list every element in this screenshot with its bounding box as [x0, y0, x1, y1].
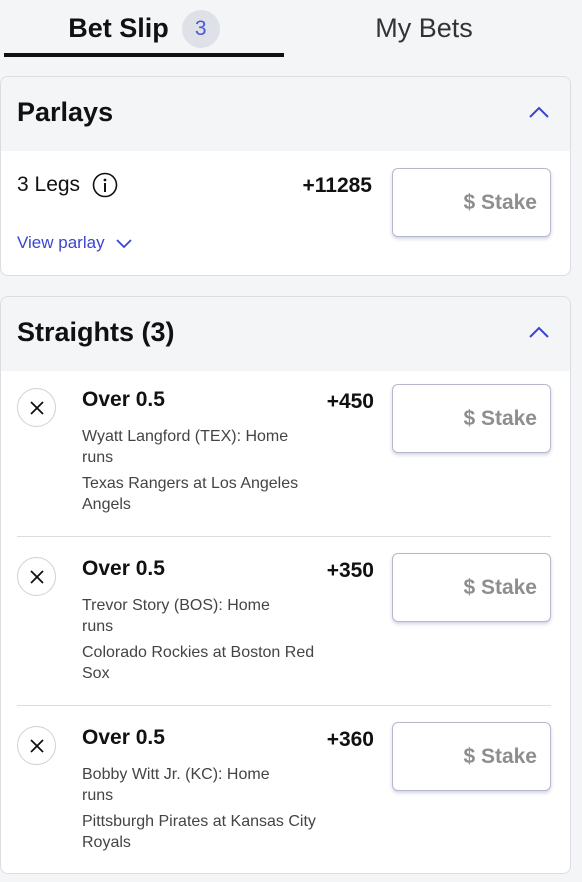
chevron-up-icon[interactable]: [528, 105, 550, 119]
parlay-odds: +11285: [302, 174, 372, 197]
tab-my-bets[interactable]: My Bets: [284, 0, 564, 57]
close-icon: [29, 569, 44, 584]
parlays-header[interactable]: Parlays: [1, 77, 570, 151]
straights-section: Straights (3) Over 0.5 +450 Wyatt Langfo…: [0, 296, 571, 874]
stake-input[interactable]: [392, 553, 551, 622]
straight-bet-row: Over 0.5 +350 Trevor Story (BOS): Home r…: [1, 537, 570, 706]
tab-bet-slip-label: Bet Slip: [68, 13, 169, 43]
event-description: Colorado Rockies at Boston Red Sox: [82, 644, 315, 682]
market-description: Bobby Witt Jr. (KC): Home runs: [82, 766, 270, 804]
stake-input[interactable]: [392, 722, 551, 791]
market-description: Wyatt Langford (TEX): Home runs: [82, 428, 289, 466]
parlay-legs-label: 3 Legs: [17, 173, 81, 196]
selection-label: Over 0.5: [82, 557, 165, 580]
remove-bet-button[interactable]: [17, 726, 56, 765]
market-description: Trevor Story (BOS): Home runs: [82, 597, 270, 635]
tab-bet-slip[interactable]: Bet Slip 3: [4, 0, 284, 57]
view-parlay-label: View parlay: [17, 233, 105, 252]
parlay-stake-input[interactable]: [392, 168, 551, 237]
straights-title: Straights (3): [17, 317, 175, 347]
selection-odds: +360: [326, 728, 374, 751]
close-icon: [29, 400, 44, 415]
bet-count-badge: 3: [181, 9, 220, 48]
event-description: Pittsburgh Pirates at Kansas City Royals: [82, 813, 316, 851]
stake-input[interactable]: [392, 384, 551, 453]
selection-label: Over 0.5: [82, 388, 165, 411]
view-parlay-link[interactable]: View parlay: [17, 233, 133, 253]
straights-header[interactable]: Straights (3): [1, 297, 570, 371]
parlays-title: Parlays: [17, 97, 114, 127]
chevron-down-icon: [115, 239, 132, 249]
bet-tabs: Bet Slip 3 My Bets: [0, 0, 582, 57]
selection-odds: +450: [326, 390, 374, 413]
straight-bet-row: Over 0.5 +360 Bobby Witt Jr. (KC): Home …: [1, 706, 570, 873]
parlay-legs: 3 Legs: [17, 172, 118, 198]
straight-bet-row: Over 0.5 +450 Wyatt Langford (TEX): Home…: [1, 368, 570, 537]
remove-bet-button[interactable]: [17, 557, 56, 596]
remove-bet-button[interactable]: [17, 388, 56, 427]
close-icon: [29, 738, 44, 753]
active-tab-indicator: [4, 53, 284, 57]
selection-odds: +350: [326, 559, 374, 582]
event-description: Texas Rangers at Los Angeles Angels: [82, 475, 299, 513]
chevron-up-icon[interactable]: [528, 325, 550, 339]
tab-my-bets-label: My Bets: [375, 13, 473, 43]
selection-label: Over 0.5: [82, 726, 165, 749]
parlays-section: Parlays 3 Legs +11285 View parlay: [0, 76, 571, 276]
info-icon[interactable]: [92, 172, 118, 198]
